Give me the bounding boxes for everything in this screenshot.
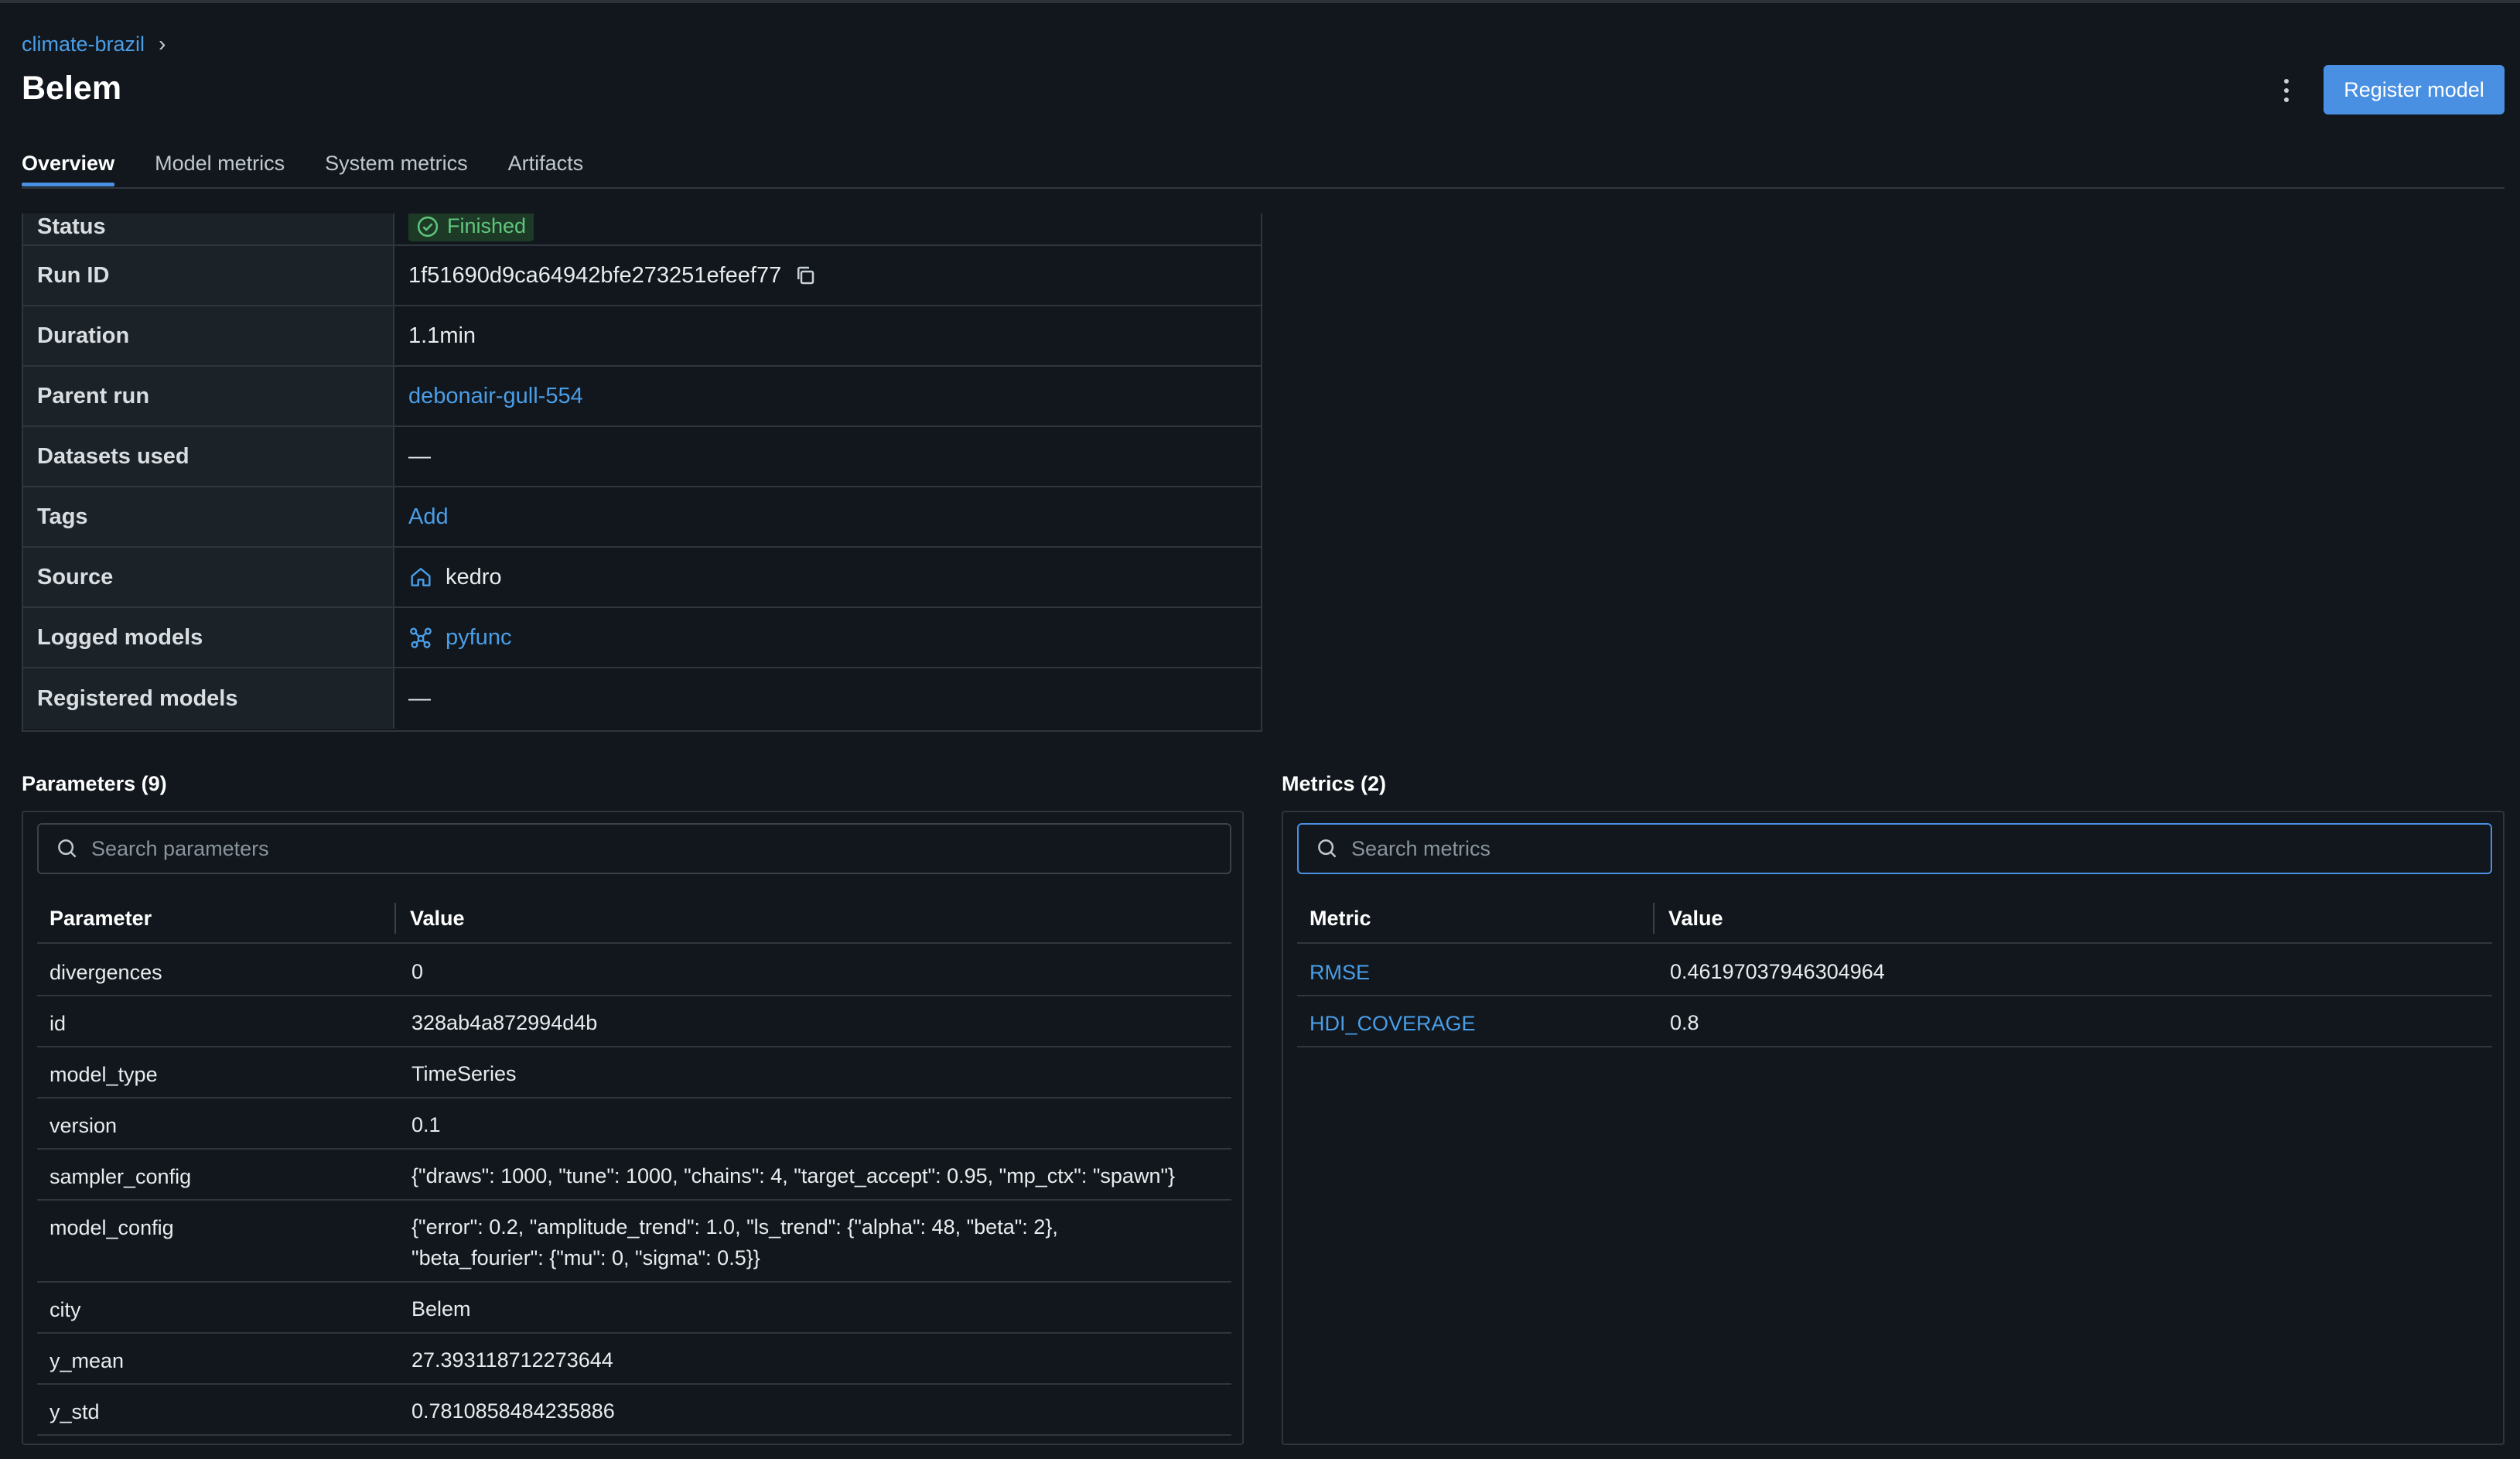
param-value: {"error": 0.2, "amplitude_trend": 1.0, "… bbox=[411, 1215, 1058, 1269]
kebab-menu-icon[interactable] bbox=[2274, 73, 2299, 108]
table-row: divergences 0 bbox=[37, 945, 1231, 996]
param-name: city bbox=[50, 1298, 81, 1321]
metric-name-link[interactable]: HDI_COVERAGE bbox=[1297, 996, 1654, 1036]
param-value: 27.393118712273644 bbox=[411, 1348, 613, 1372]
details-row-registered-models: Registered models — bbox=[23, 668, 1261, 729]
details-row-tags: Tags Add bbox=[23, 487, 1261, 548]
param-value: 0.7810858484235886 bbox=[411, 1399, 615, 1423]
param-value: 328ab4a872994d4b bbox=[411, 1011, 598, 1034]
tab-system-metrics[interactable]: System metrics bbox=[325, 149, 468, 189]
parameters-title: Parameters (9) bbox=[22, 772, 167, 795]
parent-run-link[interactable]: debonair-gull-554 bbox=[408, 384, 583, 409]
parameters-panel: Parameter Value divergences 0 id 328ab4a… bbox=[22, 811, 1244, 1445]
metrics-title: Metrics (2) bbox=[1282, 772, 1387, 795]
param-name: model_type bbox=[50, 1063, 158, 1086]
table-row: HDI_COVERAGE 0.8 bbox=[1297, 996, 2492, 1047]
run-id-value: 1f51690d9ca64942bfe273251efeef77 bbox=[408, 262, 782, 288]
table-row: id 328ab4a872994d4b bbox=[37, 996, 1231, 1047]
param-value: 0 bbox=[411, 960, 424, 983]
metric-value: 0.46197037946304964 bbox=[1670, 960, 1885, 983]
table-row: y_mean 27.393118712273644 bbox=[37, 1334, 1231, 1385]
run-details-table: Status Finished Run ID 1f51690d9ca64942b… bbox=[22, 214, 1262, 732]
logged-model-link[interactable]: pyfunc bbox=[446, 625, 511, 651]
breadcrumb-experiment-link[interactable]: climate-brazil bbox=[22, 32, 145, 56]
column-header-parameter[interactable]: Parameter bbox=[37, 894, 394, 942]
details-row-duration: Duration 1.1min bbox=[23, 306, 1261, 367]
details-row-status: Status Finished bbox=[23, 214, 1261, 246]
details-label: Run ID bbox=[23, 246, 394, 305]
details-row-source: Source kedro bbox=[23, 548, 1261, 608]
metrics-search-input[interactable] bbox=[1351, 836, 2357, 861]
metric-name-link[interactable]: RMSE bbox=[1297, 945, 1654, 985]
details-label: Tags bbox=[23, 487, 394, 546]
breadcrumb: climate-brazil › bbox=[22, 31, 166, 57]
details-label: Duration bbox=[23, 306, 394, 365]
column-header-value[interactable]: Value bbox=[1653, 903, 1723, 934]
metrics-panel: Metric Value RMSE 0.46197037946304964 HD… bbox=[1282, 811, 2505, 1445]
details-label: Registered models bbox=[23, 668, 394, 729]
metrics-search bbox=[1297, 823, 2492, 874]
table-row: city Belem bbox=[37, 1283, 1231, 1334]
details-row-datasets: Datasets used — bbox=[23, 427, 1261, 487]
param-name: sampler_config bbox=[50, 1165, 192, 1188]
column-header-metric[interactable]: Metric bbox=[1297, 894, 1653, 942]
details-label: Datasets used bbox=[23, 427, 394, 486]
param-value: 0.1 bbox=[411, 1113, 441, 1136]
parameters-search-input[interactable] bbox=[91, 836, 1097, 861]
table-row: sampler_config {"draws": 1000, "tune": 1… bbox=[37, 1150, 1231, 1201]
details-label: Status bbox=[23, 214, 394, 244]
column-header-value[interactable]: Value bbox=[394, 903, 465, 934]
parameters-table-header: Parameter Value bbox=[37, 894, 1231, 944]
param-name: model_config bbox=[50, 1216, 174, 1239]
details-label: Parent run bbox=[23, 367, 394, 425]
tab-model-metrics[interactable]: Model metrics bbox=[155, 149, 285, 189]
tab-overview[interactable]: Overview bbox=[22, 149, 115, 189]
check-circle-icon bbox=[416, 215, 439, 238]
duration-value: 1.1min bbox=[408, 323, 476, 348]
registered-models-value: — bbox=[408, 685, 431, 711]
details-label: Source bbox=[23, 548, 394, 606]
register-model-button[interactable]: Register model bbox=[2324, 65, 2505, 114]
metric-value: 0.8 bbox=[1670, 1011, 1699, 1034]
table-row: RMSE 0.46197037946304964 bbox=[1297, 945, 2492, 996]
tabs-divider bbox=[22, 187, 2505, 189]
details-row-parent-run: Parent run debonair-gull-554 bbox=[23, 367, 1261, 427]
search-icon bbox=[56, 837, 79, 860]
table-row: model_config {"error": 0.2, "amplitude_t… bbox=[37, 1201, 1231, 1283]
status-badge: Finished bbox=[408, 214, 534, 241]
details-row-logged-models: Logged models pyfunc bbox=[23, 608, 1261, 668]
status-text: Finished bbox=[447, 214, 527, 237]
param-name: y_mean bbox=[50, 1349, 125, 1372]
top-border bbox=[0, 0, 2520, 3]
model-icon bbox=[408, 625, 433, 650]
metrics-table-header: Metric Value bbox=[1297, 894, 2492, 944]
tab-bar: Overview Model metrics System metrics Ar… bbox=[22, 149, 583, 189]
table-row: version 0.1 bbox=[37, 1099, 1231, 1150]
param-value: {"draws": 1000, "tune": 1000, "chains": … bbox=[411, 1164, 1176, 1187]
page-title: Belem bbox=[22, 70, 122, 107]
tab-artifacts[interactable]: Artifacts bbox=[508, 149, 584, 189]
home-icon bbox=[408, 565, 433, 589]
param-value: Belem bbox=[411, 1297, 471, 1321]
breadcrumb-separator: › bbox=[159, 32, 166, 56]
param-name: id bbox=[50, 1012, 67, 1035]
param-name: version bbox=[50, 1114, 118, 1137]
search-icon bbox=[1316, 837, 1339, 860]
copy-icon[interactable] bbox=[794, 264, 817, 287]
table-row: y_std 0.7810858484235886 bbox=[37, 1385, 1231, 1436]
parameters-search bbox=[37, 823, 1231, 874]
param-value: TimeSeries bbox=[411, 1062, 517, 1085]
details-label: Logged models bbox=[23, 608, 394, 667]
param-name: y_std bbox=[50, 1400, 100, 1423]
source-value: kedro bbox=[446, 564, 502, 589]
param-name: divergences bbox=[50, 961, 162, 984]
add-tag-link[interactable]: Add bbox=[408, 504, 449, 530]
details-row-run-id: Run ID 1f51690d9ca64942bfe273251efeef77 bbox=[23, 246, 1261, 306]
table-row: model_type TimeSeries bbox=[37, 1047, 1231, 1099]
datasets-value: — bbox=[408, 443, 431, 469]
